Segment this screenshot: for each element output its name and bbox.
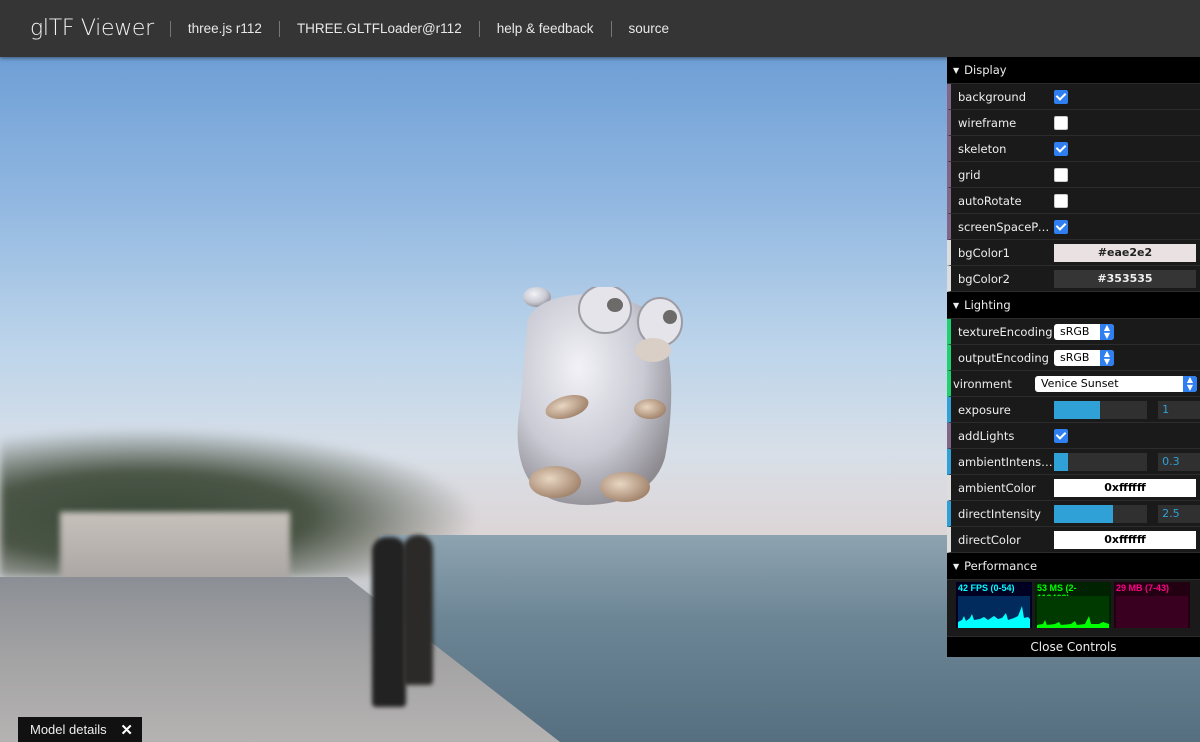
autorotate-toggle-row[interactable]: autoRotate <box>947 188 1200 214</box>
environment-select[interactable]: Venice Sunset ▲ ▼ <box>1035 375 1197 392</box>
grid-checkbox[interactable] <box>1054 167 1068 182</box>
textureencoding-row[interactable]: textureEncoding sRGB ▲ ▼ <box>947 319 1200 345</box>
outputencoding-row[interactable]: outputEncoding sRGB ▲ ▼ <box>947 345 1200 371</box>
ambientintensity-input[interactable]: 0.3 <box>1158 452 1200 471</box>
directintensity-slider[interactable] <box>1053 504 1148 523</box>
fps-stat-label: 42 FPS (0-54) <box>958 583 1015 593</box>
background-building <box>60 512 290 582</box>
skeleton-toggle-row[interactable]: skeleton <box>947 136 1200 162</box>
app-header: glTF Viewer three.js r112 THREE.GLTFLoad… <box>0 0 1200 57</box>
control-label: bgColor2 <box>958 271 1010 286</box>
grid-toggle-row[interactable]: grid <box>947 162 1200 188</box>
directintensity-input[interactable]: 2.5 <box>1158 504 1200 523</box>
select-arrows-icon: ▲ ▼ <box>1100 323 1114 340</box>
close-controls-button[interactable]: Close Controls <box>947 637 1200 657</box>
gopher-model[interactable] <box>515 287 685 517</box>
nav-threejs-link[interactable]: three.js r112 <box>169 20 279 37</box>
control-label: addLights <box>958 428 1015 443</box>
autorotate-checkbox[interactable] <box>1054 193 1068 208</box>
fps-stat-panel[interactable]: 42 FPS (0-54) <box>956 582 1032 628</box>
background-checkbox[interactable] <box>1054 89 1068 104</box>
slider-fill <box>1053 452 1068 471</box>
control-label: autoRotate <box>958 193 1022 208</box>
environment-row[interactable]: vironment Venice Sunset ▲ ▼ <box>947 371 1200 397</box>
control-label: screenSpacePan... <box>958 219 1054 234</box>
outputencoding-select[interactable]: sRGB ▲ ▼ <box>1054 349 1114 366</box>
exposure-row[interactable]: exposure 1 <box>947 397 1200 423</box>
ambientcolor-swatch-input[interactable]: 0xffffff <box>1054 478 1196 497</box>
addlights-row[interactable]: addLights <box>947 423 1200 449</box>
select-arrows-icon: ▲ ▼ <box>1100 349 1114 366</box>
mb-stat-label: 29 MB (7-43) <box>1116 583 1170 593</box>
exposure-slider[interactable] <box>1053 400 1148 419</box>
triangle-down-icon: ▼ <box>953 66 960 75</box>
folder-lighting-title[interactable]: ▼ Lighting <box>947 292 1200 319</box>
bgcolor2-swatch-input[interactable]: #353535 <box>1054 269 1196 288</box>
nav-source-link[interactable]: source <box>610 20 687 37</box>
screenspacepanning-toggle-row[interactable]: screenSpacePan... <box>947 214 1200 240</box>
control-label: vironment <box>953 376 1012 391</box>
ambientintensity-slider[interactable] <box>1053 452 1148 471</box>
nav-gltfloader-link[interactable]: THREE.GLTFLoader@r112 <box>278 20 479 37</box>
control-label: exposure <box>958 402 1011 417</box>
textureencoding-select[interactable]: sRGB ▲ ▼ <box>1054 323 1114 340</box>
control-label: bgColor1 <box>958 245 1010 260</box>
background-toggle-row[interactable]: background <box>947 84 1200 110</box>
nav-help-link[interactable]: help & feedback <box>478 20 611 37</box>
app-title: glTF Viewer <box>30 16 154 41</box>
control-label: ambientIntensity <box>958 454 1054 469</box>
fps-graph <box>958 596 1030 628</box>
control-label: skeleton <box>958 141 1007 156</box>
control-label: ambientColor <box>958 480 1036 495</box>
directcolor-swatch-input[interactable]: 0xffffff <box>1054 530 1196 549</box>
control-label: textureEncoding <box>958 324 1053 339</box>
control-label: grid <box>958 167 981 182</box>
bgcolor1-swatch-input[interactable]: #eae2e2 <box>1054 243 1196 262</box>
control-label: directIntensity <box>958 506 1041 521</box>
model-details-tab[interactable]: Model details ✕ <box>18 717 142 742</box>
directcolor-row[interactable]: directColor 0xffffff <box>947 527 1200 553</box>
skeleton-checkbox[interactable] <box>1054 141 1068 156</box>
slider-fill <box>1053 400 1101 419</box>
background-person <box>372 537 406 707</box>
wireframe-checkbox[interactable] <box>1054 115 1068 130</box>
ambientintensity-row[interactable]: ambientIntensity 0.3 <box>947 449 1200 475</box>
performance-stats: 42 FPS (0-54) 53 MS (2-112462) 29 MB (7-… <box>947 580 1200 637</box>
addlights-checkbox[interactable] <box>1054 428 1068 443</box>
exposure-input[interactable]: 1 <box>1158 400 1200 419</box>
control-label: outputEncoding <box>958 350 1049 365</box>
bgcolor2-row[interactable]: bgColor2 #353535 <box>947 266 1200 292</box>
model-details-label: Model details <box>30 722 107 737</box>
folder-performance-title[interactable]: ▼ Performance <box>947 553 1200 580</box>
ms-graph <box>1037 596 1109 628</box>
folder-display-title[interactable]: ▼ Display <box>947 57 1200 84</box>
control-label: directColor <box>958 532 1021 547</box>
screenspacepanning-checkbox[interactable] <box>1054 219 1068 234</box>
ms-stat-panel[interactable]: 53 MS (2-112462) <box>1035 582 1111 628</box>
triangle-down-icon: ▼ <box>953 562 960 571</box>
mb-stat-panel[interactable]: 29 MB (7-43) <box>1114 582 1190 628</box>
background-person <box>403 535 433 685</box>
directintensity-row[interactable]: directIntensity 2.5 <box>947 501 1200 527</box>
close-icon[interactable]: ✕ <box>120 721 133 739</box>
control-label: background <box>958 89 1027 104</box>
wireframe-toggle-row[interactable]: wireframe <box>947 110 1200 136</box>
triangle-down-icon: ▼ <box>953 301 960 310</box>
controls-panel: ▼ Display background wireframe skeleton g… <box>947 57 1200 657</box>
bgcolor1-row[interactable]: bgColor1 #eae2e2 <box>947 240 1200 266</box>
slider-fill <box>1053 504 1113 523</box>
control-label: wireframe <box>958 115 1017 130</box>
select-arrows-icon: ▲ ▼ <box>1183 375 1197 392</box>
ambientcolor-row[interactable]: ambientColor 0xffffff <box>947 475 1200 501</box>
mb-graph <box>1116 596 1188 628</box>
